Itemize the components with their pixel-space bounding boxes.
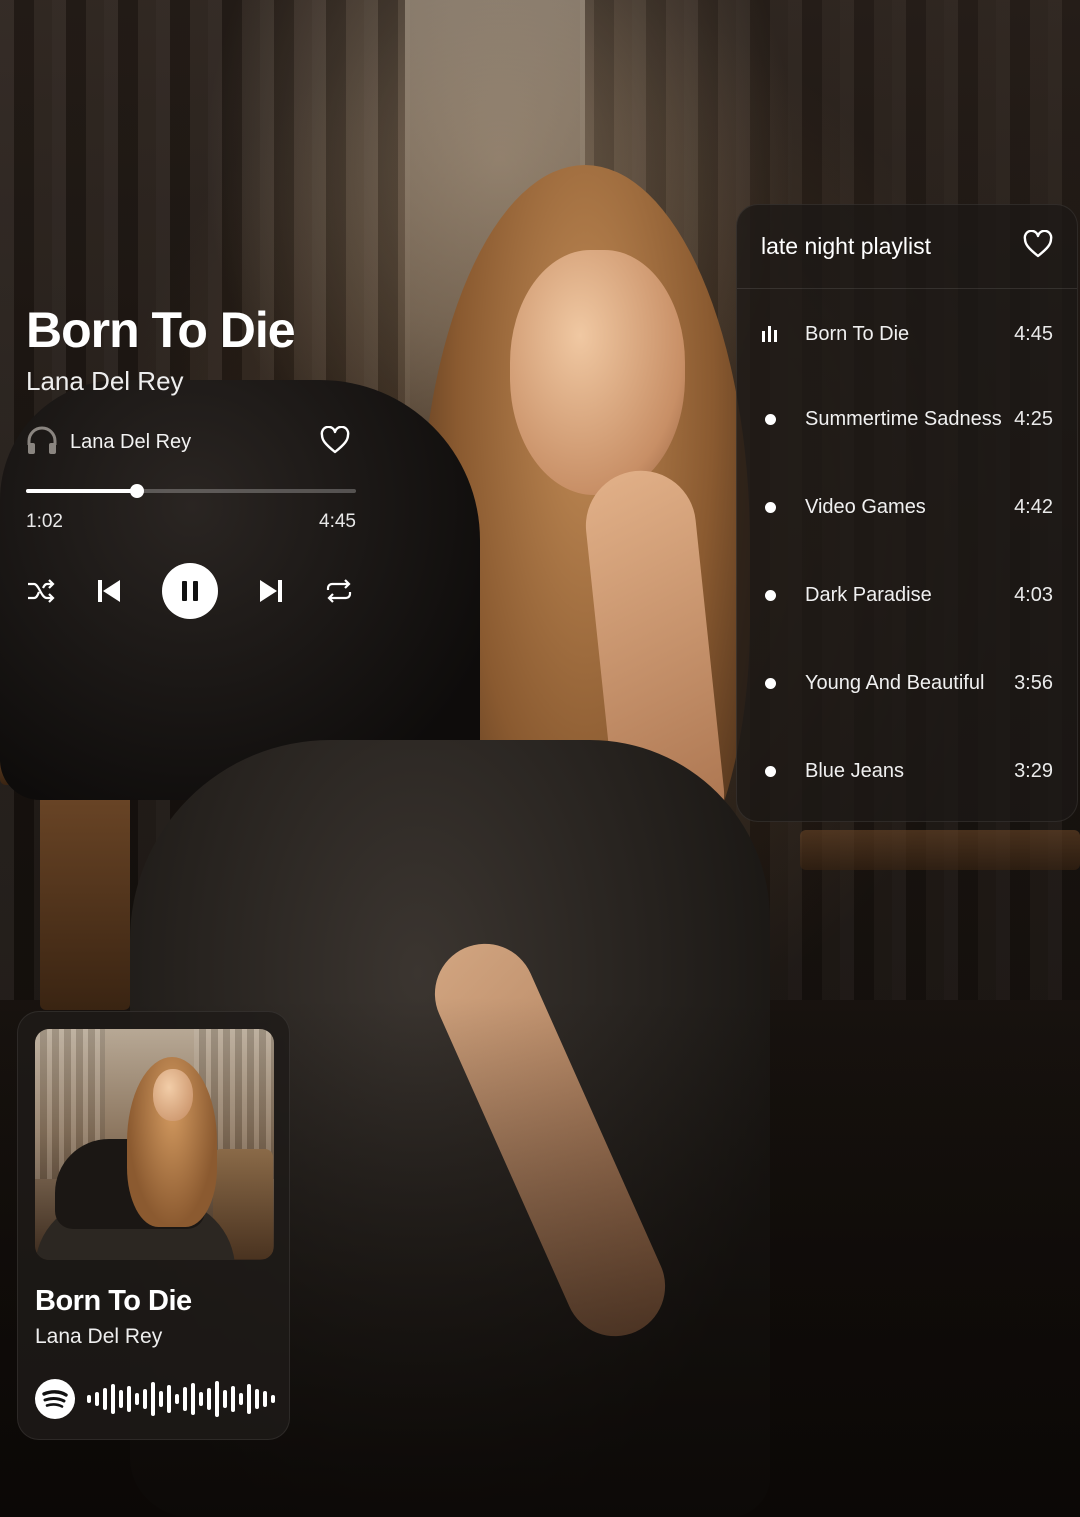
track-name: Video Games [805, 495, 926, 518]
pause-icon [182, 581, 198, 601]
pause-button[interactable] [162, 563, 218, 619]
code-bar [183, 1387, 187, 1411]
music-player: Born To Die Lana Del Rey Lana Del Rey 1:… [26, 300, 356, 619]
device-row: Lana Del Rey [26, 425, 356, 459]
track-name: Blue Jeans [805, 759, 904, 782]
bullet-dot [765, 589, 776, 601]
code-bar [247, 1384, 251, 1414]
track-duration: 3:56 [1014, 671, 1053, 694]
code-bar [215, 1381, 219, 1417]
progress-bar[interactable] [26, 484, 356, 498]
code-bar [151, 1382, 155, 1416]
playback-controls [26, 563, 354, 619]
chair-leg [40, 790, 130, 1010]
now-playing-card[interactable]: Born To Die Lana Del Rey [17, 1011, 290, 1440]
code-bar [175, 1394, 179, 1404]
song-title: Born To Die [26, 302, 296, 358]
track-item[interactable]: Young And Beautiful 3:56 [737, 639, 1077, 727]
code-bar [199, 1392, 203, 1406]
device-label: Lana Del Rey [70, 430, 192, 453]
code-bar [263, 1391, 267, 1407]
code-bar [207, 1388, 211, 1410]
code-bar [87, 1395, 91, 1403]
playlist-like-button[interactable] [1023, 229, 1053, 263]
track-name: Summertime Sadness [805, 407, 1002, 430]
code-bar [239, 1393, 243, 1405]
code-bar [231, 1386, 235, 1412]
track-duration: 4:03 [1014, 583, 1053, 606]
code-bar [143, 1389, 147, 1409]
code-bar [271, 1395, 275, 1403]
bullet-dot [765, 677, 776, 689]
track-duration: 3:29 [1014, 759, 1053, 782]
track-item[interactable]: Video Games 4:42 [737, 463, 1077, 551]
track-item[interactable]: Summertime Sadness 4:25 [737, 375, 1077, 463]
progress-fill [26, 489, 137, 493]
spotify-code[interactable] [35, 1379, 279, 1419]
repeat-button[interactable] [324, 578, 354, 604]
code-bar [127, 1386, 131, 1412]
track-name: Born To Die [805, 322, 910, 345]
chair-right [800, 830, 1080, 870]
headphones-icon [26, 425, 58, 460]
track-name: Young And Beautiful [805, 671, 985, 694]
code-bar [119, 1390, 123, 1408]
like-button[interactable] [320, 425, 350, 459]
playlist-panel: late night playlist Born To Die 4:45 Sum… [736, 204, 1078, 822]
track-list: Born To Die 4:45 Summertime Sadness 4:25… [737, 289, 1077, 815]
shuffle-button[interactable] [26, 579, 56, 603]
code-bar [159, 1391, 163, 1407]
heart-icon [1023, 229, 1053, 258]
song-artist: Lana Del Rey [26, 366, 184, 396]
code-bar [111, 1384, 115, 1414]
track-item[interactable]: Dark Paradise 4:03 [737, 551, 1077, 639]
previous-icon [98, 580, 120, 602]
bullet-dot [765, 413, 776, 425]
bullet-dot [765, 501, 776, 513]
album-art [35, 1029, 274, 1260]
code-bar [135, 1393, 139, 1405]
track-name: Dark Paradise [805, 583, 932, 606]
spotify-code-bars [87, 1379, 279, 1419]
face [510, 250, 685, 495]
elapsed-time: 1:02 [26, 511, 63, 532]
track-item[interactable]: Born To Die 4:45 [737, 293, 1077, 375]
bullet-dot [765, 765, 776, 777]
card-title: Born To Die [35, 1285, 192, 1317]
previous-button[interactable] [96, 578, 122, 604]
card-artist: Lana Del Rey [35, 1325, 163, 1348]
track-duration: 4:45 [1014, 322, 1053, 345]
spotify-icon [35, 1379, 75, 1419]
repeat-icon [326, 579, 352, 603]
shuffle-icon [28, 579, 55, 603]
heart-icon [320, 425, 350, 453]
code-bar [103, 1388, 107, 1410]
next-icon [260, 580, 282, 602]
track-duration: 4:25 [1014, 407, 1053, 430]
playlist-title: late night playlist [761, 233, 932, 259]
track-duration: 4:42 [1014, 495, 1053, 518]
code-bar [95, 1392, 99, 1406]
time-row: 1:02 4:45 [26, 511, 356, 533]
track-item[interactable]: Blue Jeans 3:29 [737, 727, 1077, 815]
code-bar [223, 1390, 227, 1408]
code-bar [191, 1383, 195, 1415]
progress-knob[interactable] [129, 484, 144, 498]
playlist-header: late night playlist [737, 205, 1077, 289]
next-button[interactable] [258, 578, 284, 604]
equalizer-icon [761, 326, 805, 342]
code-bar [255, 1389, 259, 1409]
code-bar [167, 1385, 171, 1413]
total-time: 4:45 [319, 511, 356, 532]
